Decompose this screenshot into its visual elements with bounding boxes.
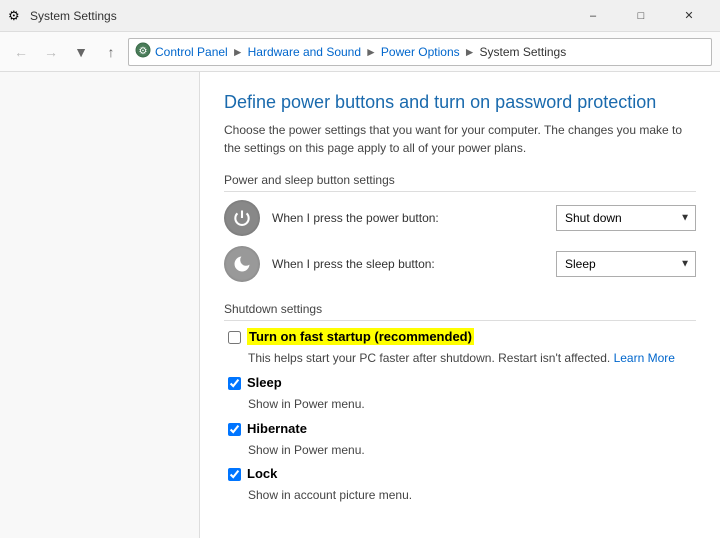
lock-bold: Lock <box>247 466 277 481</box>
sidebar-nav <box>0 72 199 88</box>
main-content: Define power buttons and turn on passwor… <box>200 72 720 538</box>
sidebar <box>0 72 200 538</box>
button-settings-section: Power and sleep button settings When I p… <box>224 173 696 282</box>
svg-text:⚙: ⚙ <box>139 46 148 57</box>
page-title: Define power buttons and turn on passwor… <box>224 92 696 113</box>
breadcrumb-hardware-sound[interactable]: Hardware and Sound <box>248 45 361 59</box>
fast-startup-desc: This helps start your PC faster after sh… <box>248 350 696 367</box>
power-sleep-section-label: Power and sleep button settings <box>224 173 696 192</box>
address-bar: ← → ▼ ↑ ⚙ Control Panel ► Hardware and S… <box>0 32 720 72</box>
power-icon <box>224 200 260 236</box>
power-button-dropdown-wrapper: Shut down Sleep Hibernate Turn off the d… <box>556 205 696 231</box>
fast-startup-row: Turn on fast startup (recommended) <box>228 329 696 344</box>
page-description: Choose the power settings that you want … <box>224 121 696 157</box>
fast-startup-checkbox[interactable] <box>228 331 241 344</box>
sleep-row: Sleep <box>228 375 696 390</box>
forward-button[interactable]: → <box>38 39 64 65</box>
breadcrumb-current: System Settings <box>480 45 567 59</box>
sleep-desc: Show in Power menu. <box>248 396 696 413</box>
breadcrumb-control-panel[interactable]: Control Panel <box>155 45 228 59</box>
sleep-button-label: When I press the sleep button: <box>272 257 544 271</box>
minimize-button[interactable]: – <box>570 1 616 31</box>
shutdown-section: Shutdown settings Turn on fast startup (… <box>224 302 696 504</box>
sleep-button-dropdown-wrapper: Sleep Hibernate Shut down Turn off the d… <box>556 251 696 277</box>
breadcrumb-power-options[interactable]: Power Options <box>381 45 460 59</box>
title-bar: ⚙ System Settings – □ ✕ <box>0 0 720 32</box>
sleep-label: Sleep <box>247 375 282 390</box>
hibernate-label: Hibernate <box>247 421 307 436</box>
fast-startup-learn-more[interactable]: Learn More <box>614 351 675 365</box>
hibernate-row: Hibernate <box>228 421 696 436</box>
sleep-bold: Sleep <box>247 375 282 390</box>
shutdown-section-label: Shutdown settings <box>224 302 696 321</box>
app-icon: ⚙ <box>8 8 24 24</box>
dropdown-history-button[interactable]: ▼ <box>68 39 94 65</box>
sleep-icon <box>224 246 260 282</box>
fast-startup-text: Turn on fast startup (recommended) <box>247 328 474 345</box>
power-button-label: When I press the power button: <box>272 211 544 225</box>
up-button[interactable]: ↑ <box>98 39 124 65</box>
hibernate-checkbox[interactable] <box>228 423 241 436</box>
close-button[interactable]: ✕ <box>666 1 712 31</box>
breadcrumb-icon: ⚙ <box>135 42 151 61</box>
title-bar-controls: – □ ✕ <box>570 1 712 31</box>
sleep-button-row: When I press the sleep button: Sleep Hib… <box>224 246 696 282</box>
power-button-row: When I press the power button: Shut down… <box>224 200 696 236</box>
title-bar-text: System Settings <box>30 9 117 23</box>
power-button-dropdown[interactable]: Shut down Sleep Hibernate Turn off the d… <box>556 205 696 231</box>
lock-label: Lock <box>247 466 277 481</box>
lock-row: Lock <box>228 466 696 481</box>
hibernate-bold: Hibernate <box>247 421 307 436</box>
back-button[interactable]: ← <box>8 39 34 65</box>
lock-checkbox[interactable] <box>228 468 241 481</box>
maximize-button[interactable]: □ <box>618 1 664 31</box>
shutdown-items: Turn on fast startup (recommended) This … <box>228 329 696 504</box>
fast-startup-label: Turn on fast startup (recommended) <box>247 329 474 344</box>
main-layout: Define power buttons and turn on passwor… <box>0 72 720 538</box>
sleep-checkbox[interactable] <box>228 377 241 390</box>
lock-desc: Show in account picture menu. <box>248 487 696 504</box>
breadcrumb: ⚙ Control Panel ► Hardware and Sound ► P… <box>128 38 712 66</box>
sleep-button-dropdown[interactable]: Sleep Hibernate Shut down Turn off the d… <box>556 251 696 277</box>
fast-startup-bold: Turn on fast startup (recommended) <box>249 329 472 344</box>
hibernate-desc: Show in Power menu. <box>248 442 696 459</box>
